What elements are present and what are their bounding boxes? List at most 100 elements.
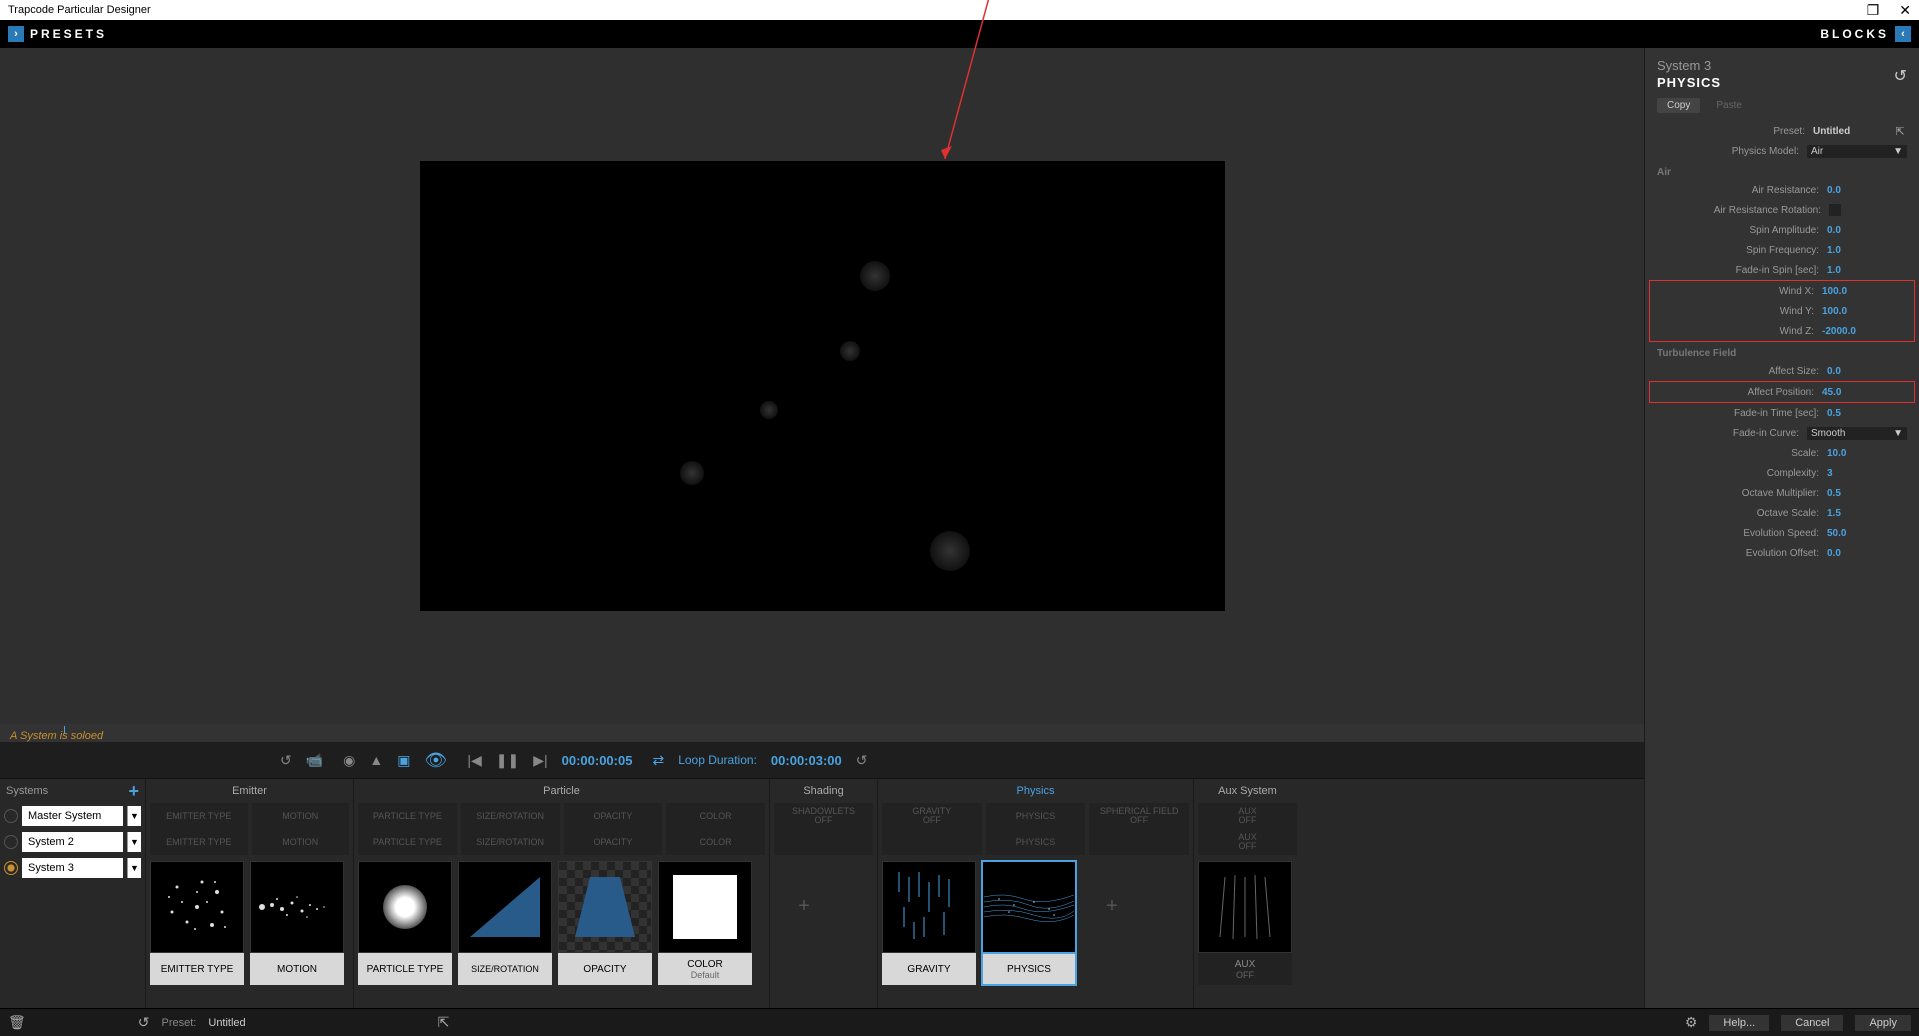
paste-button[interactable]: Paste	[1706, 98, 1752, 113]
system-row-3[interactable]: System 3 ▼	[0, 855, 145, 881]
loop-icon[interactable]: ⇄	[652, 752, 664, 769]
fade-curve-select[interactable]: Smooth▼	[1807, 427, 1907, 440]
slot[interactable]	[774, 829, 873, 855]
card-motion[interactable]: MOTION	[250, 861, 344, 985]
slot[interactable]: PHYSICS	[986, 829, 1086, 855]
save-preset-icon[interactable]: ⇱	[1893, 125, 1907, 138]
card-opacity[interactable]: OPACITY	[558, 861, 652, 985]
slot[interactable]: OPACITY	[564, 829, 663, 855]
complexity-value[interactable]: 3	[1827, 468, 1907, 479]
affect-position-value[interactable]: 45.0	[1822, 387, 1902, 398]
card-particle-type[interactable]: PARTICLE TYPE	[358, 861, 452, 985]
card-emitter-type[interactable]: EMITTER TYPE	[150, 861, 244, 985]
slot[interactable]: SPHERICAL FIELD OFF	[1089, 803, 1189, 829]
fade-spin-value[interactable]: 1.0	[1827, 265, 1907, 276]
evo-offset-value[interactable]: 0.0	[1827, 548, 1907, 559]
timecode[interactable]: 00:00:00:05	[562, 753, 633, 768]
slot[interactable]	[1089, 829, 1189, 855]
system-dropdown[interactable]: ▼	[127, 832, 141, 852]
spin-amplitude-value[interactable]: 0.0	[1827, 225, 1907, 236]
slot-motion[interactable]: MOTION	[252, 829, 350, 855]
system-name-field[interactable]: Master System	[22, 806, 123, 826]
label: Fade-in Time [sec]:	[1657, 408, 1827, 419]
apply-button[interactable]: Apply	[1855, 1015, 1911, 1031]
slot[interactable]: SIZE/ROTATION	[461, 829, 560, 855]
scale-value[interactable]: 10.0	[1827, 448, 1907, 459]
footer-preset-value[interactable]: Untitled	[208, 1017, 245, 1029]
gear-icon[interactable]: ⚙	[1685, 1014, 1698, 1031]
pause-icon[interactable]: ❚❚	[496, 752, 519, 769]
slot[interactable]: OPACITY	[564, 803, 663, 829]
skip-forward-icon[interactable]: ▶|	[533, 752, 547, 769]
system-solo-toggle[interactable]	[4, 861, 18, 875]
slot[interactable]	[882, 829, 982, 855]
system-solo-toggle[interactable]	[4, 835, 18, 849]
blocks-toggle-button[interactable]: ‹	[1895, 26, 1911, 42]
slot[interactable]: COLOR	[666, 803, 765, 829]
octave-mult-value[interactable]: 0.5	[1827, 488, 1907, 499]
air-resistance-value[interactable]: 0.0	[1827, 185, 1907, 196]
wind-x-value[interactable]: 100.0	[1822, 286, 1902, 297]
reset-icon[interactable]: ↺	[138, 1014, 150, 1031]
slot[interactable]: AUX OFF	[1198, 803, 1297, 829]
slot-emitter-type[interactable]: EMITTER TYPE	[150, 803, 248, 829]
window-close-icon[interactable]: ✕	[1899, 2, 1911, 19]
system-name-field[interactable]: System 2	[22, 832, 123, 852]
slot[interactable]: PARTICLE TYPE	[358, 829, 457, 855]
screen-icon[interactable]: ▣	[397, 752, 410, 769]
presets-toggle-button[interactable]: ›	[8, 26, 24, 42]
system-name-field[interactable]: System 3	[22, 858, 123, 878]
preview-viewport[interactable]	[420, 161, 1225, 611]
card-physics[interactable]: PHYSICS	[982, 861, 1076, 985]
card-color[interactable]: COLORDefault	[658, 861, 752, 985]
slot[interactable]: GRAVITY OFF	[882, 803, 982, 829]
loop-duration-value[interactable]: 00:00:03:00	[771, 753, 842, 768]
slot[interactable]: COLOR	[666, 829, 765, 855]
reset-icon[interactable]: ↺	[1894, 66, 1907, 86]
system-dropdown[interactable]: ▼	[127, 858, 141, 878]
evo-speed-value[interactable]: 50.0	[1827, 528, 1907, 539]
circle-icon[interactable]: ◉	[343, 752, 355, 769]
slot-emitter-type[interactable]: EMITTER TYPE	[150, 829, 248, 855]
physics-model-select[interactable]: Air▼	[1807, 145, 1907, 158]
card-gravity[interactable]: GRAVITY	[882, 861, 976, 985]
wind-y-value[interactable]: 100.0	[1822, 306, 1902, 317]
slot[interactable]: SHADOWLETS OFF	[774, 803, 873, 829]
props-system-label: System 3	[1657, 58, 1907, 73]
eye-icon[interactable]: 👁	[424, 750, 447, 771]
help-button[interactable]: Help...	[1709, 1015, 1769, 1031]
octave-scale-value[interactable]: 1.5	[1827, 508, 1907, 519]
card-size-rotation[interactable]: SIZE/ROTATION	[458, 861, 552, 985]
card-label: COLORDefault	[658, 953, 752, 985]
slot[interactable]: AUX OFF	[1198, 829, 1297, 855]
system-solo-toggle[interactable]	[4, 809, 18, 823]
triangle-icon[interactable]: ▲	[369, 752, 383, 768]
trash-icon[interactable]: 🗑	[8, 1014, 26, 1031]
slot[interactable]: SIZE/ROTATION	[461, 803, 560, 829]
add-physics-button[interactable]: +	[1082, 861, 1142, 951]
timeline-bar[interactable]: A System is soloed	[0, 724, 1644, 742]
air-res-rot-checkbox[interactable]	[1829, 204, 1841, 216]
loop-reset-icon[interactable]: ↺	[856, 752, 868, 769]
slot[interactable]: PARTICLE TYPE	[358, 803, 457, 829]
add-shading-button[interactable]: +	[774, 861, 834, 951]
cancel-button[interactable]: Cancel	[1781, 1015, 1843, 1031]
wind-z-value[interactable]: -2000.0	[1822, 326, 1902, 337]
undo-icon[interactable]: ↺	[280, 752, 292, 769]
preset-value[interactable]: Untitled	[1813, 126, 1893, 137]
card-aux[interactable]: AUXOFF	[1198, 861, 1292, 985]
system-row-master[interactable]: Master System ▼	[0, 803, 145, 829]
affect-size-value[interactable]: 0.0	[1827, 366, 1907, 377]
copy-button[interactable]: Copy	[1657, 98, 1700, 113]
skip-back-icon[interactable]: |◀	[467, 752, 481, 769]
window-restore-icon[interactable]: ❐	[1867, 2, 1880, 19]
system-row-2[interactable]: System 2 ▼	[0, 829, 145, 855]
add-system-button[interactable]: +	[128, 781, 139, 802]
system-dropdown[interactable]: ▼	[127, 806, 141, 826]
fade-time-value[interactable]: 0.5	[1827, 408, 1907, 419]
slot-motion[interactable]: MOTION	[252, 803, 350, 829]
save-footer-icon[interactable]: ⇱	[438, 1014, 450, 1031]
slot[interactable]: PHYSICS	[986, 803, 1086, 829]
camera-icon[interactable]: 📹	[306, 752, 323, 769]
spin-frequency-value[interactable]: 1.0	[1827, 245, 1907, 256]
